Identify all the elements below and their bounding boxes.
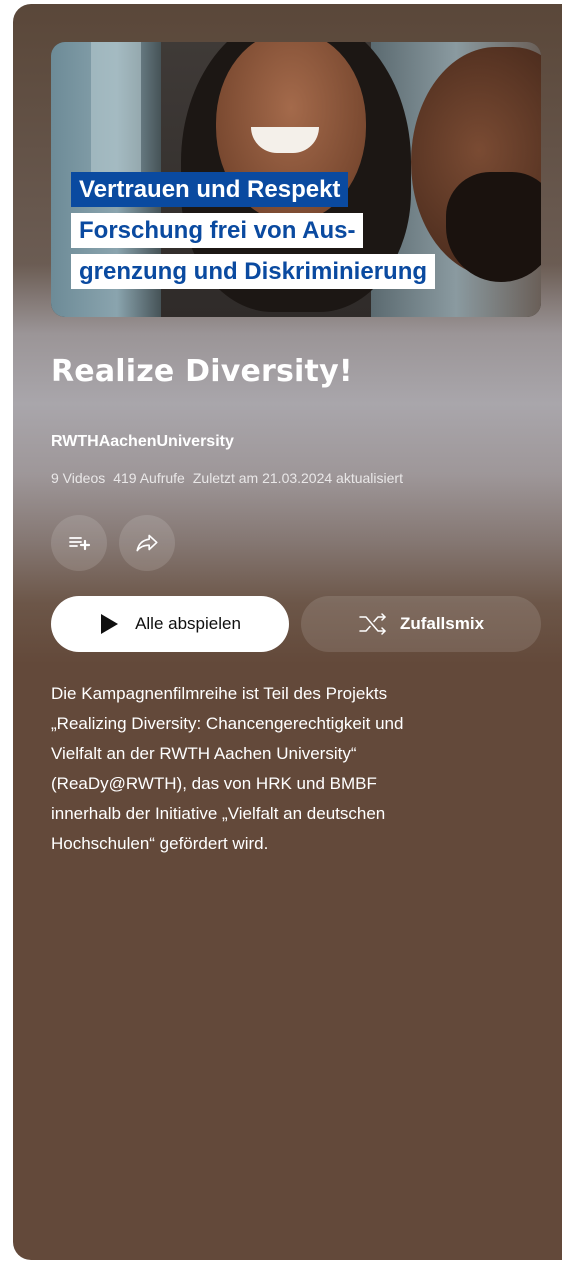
play-icon [101,614,119,634]
shuffle-icon [359,613,386,635]
playlist-thumbnail[interactable]: Vertrauen und Respekt Forschung frei von… [51,42,541,317]
view-count: 419 Aufrufe [113,470,185,486]
share-button[interactable] [119,515,175,571]
playlist-header-panel: Vertrauen und Respekt Forschung frei von… [13,4,562,1260]
playlist-meta: 9 Videos 419 Aufrufe Zuletzt am 21.03.20… [51,470,403,486]
playlist-add-icon [69,537,91,551]
channel-name-link[interactable]: RWTHAachenUniversity [51,433,234,451]
last-updated: Zuletzt am 21.03.2024 aktualisiert [192,470,403,486]
thumbnail-caption: Vertrauen und Respekt Forschung frei von… [71,172,436,289]
playlist-description: Die Kampagnenfilmreihe ist Teil des Proj… [51,684,404,853]
shuffle-label: Zufallsmix [399,614,485,633]
thumbnail-caption-line-2: Forschung frei von Aus- [71,213,364,248]
share-icon [136,534,158,552]
play-all-label: Alle abspielen [135,614,241,633]
shuffle-button[interactable]: Zufallsmix [301,596,541,652]
playlist-title: Realize Diversity! [51,354,353,389]
thumbnail-caption-line-3: grenzung und Diskriminierung [71,254,436,289]
video-count: 9 Videos [51,470,106,486]
save-to-library-button[interactable] [51,515,107,571]
play-all-button[interactable]: Alle abspielen [51,596,289,652]
thumbnail-caption-line-1: Vertrauen und Respekt [71,172,349,207]
